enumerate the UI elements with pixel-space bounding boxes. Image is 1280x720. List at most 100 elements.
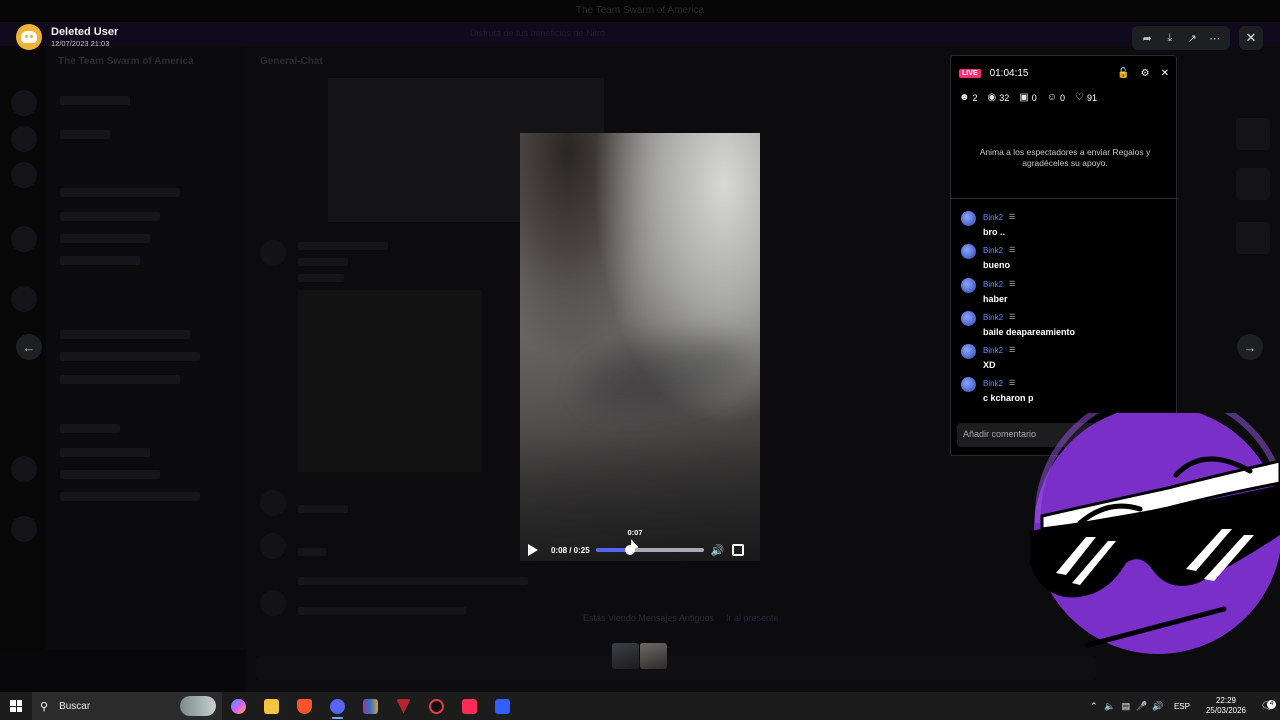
comment-item: Bink2 ☰ haber — [961, 277, 1171, 310]
live-header: LIVE 01:04:15 🔓 ⚙ ✕ — [959, 66, 1169, 80]
avatar — [260, 590, 286, 616]
nitro-banner-text: Disfruta de tus beneficios de Nitro — [470, 28, 606, 38]
comment-item: Bink2 ☰ bueno — [961, 243, 1171, 276]
more-options-icon[interactable]: ⋯ — [1206, 29, 1224, 47]
channel-item — [60, 188, 180, 197]
seek-bar[interactable] — [595, 545, 704, 555]
game-app-icon[interactable] — [387, 692, 420, 720]
heart-icon: ♡ — [1075, 92, 1084, 103]
winrar-app-icon[interactable] — [354, 692, 387, 720]
server-list — [0, 46, 46, 692]
avatar[interactable] — [961, 244, 976, 260]
gifts-count: 0 — [1031, 92, 1037, 103]
server-icon — [11, 90, 37, 116]
video-player[interactable] — [520, 133, 760, 561]
windows-start-icon[interactable] — [0, 692, 32, 720]
brave-browser-app-icon[interactable] — [288, 692, 321, 720]
roblox-app-icon[interactable] — [486, 692, 519, 720]
purple-sunglasses-emoji-icon — [1028, 413, 1280, 693]
channel-item — [60, 448, 150, 457]
audio-icon[interactable]: 🔈 — [1102, 701, 1118, 712]
chat-message — [298, 274, 344, 282]
volume-icon[interactable]: 🔊 — [711, 544, 725, 557]
close-icon[interactable]: ✕ — [1161, 68, 1169, 79]
clock-date: 25/03/2026 — [1205, 706, 1246, 715]
avatar[interactable] — [961, 211, 976, 226]
channel-item — [60, 330, 190, 339]
download-icon[interactable]: ⤓ — [1161, 29, 1179, 47]
copilot-app-icon[interactable] — [222, 692, 255, 720]
avatar[interactable] — [961, 277, 976, 293]
user-badge-icon: ☰ — [1009, 347, 1016, 355]
open-external-icon[interactable]: ↗ — [1183, 29, 1201, 47]
screen: The Team Swarm of America Disfruta de tu… — [0, 0, 1280, 720]
guests-stat[interactable]: ☻ 2 — [959, 92, 978, 103]
close-viewer-icon[interactable]: ✕ — [1239, 26, 1263, 50]
avatar — [260, 490, 286, 516]
comment-list: Bink2 ☰ bro .. Bink2 ☰ bueno Bink2 ☰ hab… — [961, 210, 1171, 410]
comment-username[interactable]: Bink2 — [983, 280, 1003, 289]
previous-arrow-icon[interactable]: ← — [16, 334, 42, 360]
microphone-icon[interactable]: 🎤 — [1134, 701, 1150, 712]
server-name: The Team Swarm of America — [58, 56, 194, 67]
windows-taskbar: ⚲ Buscar ⌃ 🔈 ▤ 🎤 🔊 ESP 22:29 25/03/2026 … — [0, 692, 1280, 720]
gifts-stat[interactable]: ▣ 0 — [1019, 92, 1036, 103]
comment-username[interactable]: Bink2 — [983, 379, 1003, 388]
guests-icon: ☻ — [959, 92, 970, 103]
search-highlight-image — [180, 696, 216, 716]
lock-icon[interactable]: 🔓 — [1117, 68, 1129, 79]
comment-username[interactable]: Bink2 — [983, 346, 1003, 355]
comment-username[interactable]: Bink2 — [983, 246, 1003, 255]
comment-username[interactable]: Bink2 — [983, 313, 1003, 322]
avatar[interactable] — [961, 310, 976, 326]
network-icon[interactable]: ▤ — [1118, 701, 1134, 712]
followers-stat[interactable]: ☺ 0 — [1047, 92, 1065, 103]
speedometer-app-icon[interactable] — [420, 692, 453, 720]
tiktok-app-icon[interactable] — [453, 692, 486, 720]
old-messages-hint: Estás Viendo Mensajes Antiguos — [583, 613, 714, 623]
file-explorer-app-icon[interactable] — [255, 692, 288, 720]
clock[interactable]: 22:29 25/03/2026 — [1206, 696, 1246, 717]
upload-date: 12/07/2023 21:03 — [51, 39, 110, 48]
likes-stat[interactable]: ♡ 91 — [1075, 92, 1097, 103]
chat-message — [298, 607, 466, 615]
attachment-thumbnail-active[interactable] — [640, 643, 667, 669]
settings-icon[interactable]: ⚙ — [1141, 68, 1150, 79]
forward-icon[interactable]: ➦ — [1138, 29, 1156, 47]
search-label: Buscar — [59, 700, 91, 712]
live-panel: LIVE 01:04:15 🔓 ⚙ ✕ ☻ 2 ◉ 32 ▣ 0 ☺ 0 ♡ 91 Ani… — [950, 55, 1178, 456]
comment-item: Bink2 ☰ bro .. — [961, 210, 1171, 243]
discord-app-icon[interactable] — [321, 692, 354, 720]
channel-item — [60, 130, 110, 139]
channel-item — [60, 470, 160, 479]
discord-avatar-icon — [16, 24, 42, 50]
play-icon[interactable] — [528, 544, 538, 556]
uploader-name[interactable]: Deleted User — [51, 26, 118, 38]
chevron-up-icon[interactable]: ⌃ — [1086, 701, 1102, 712]
next-arrow-icon[interactable]: → — [1237, 334, 1263, 360]
input-language[interactable]: ESP — [1174, 702, 1190, 711]
taskbar-search[interactable]: ⚲ Buscar — [32, 692, 222, 720]
avatar[interactable] — [961, 377, 976, 393]
comment-item: Bink2 ☰ c kcharon p — [961, 376, 1171, 409]
live-badge: LIVE — [959, 68, 981, 78]
notification-count: 4 — [1267, 699, 1276, 709]
divider — [951, 198, 1178, 199]
channel-item — [60, 234, 150, 243]
volume-icon[interactable]: 🔊 — [1150, 701, 1166, 712]
viewers-stat[interactable]: ◉ 32 — [988, 92, 1010, 103]
fullscreen-icon[interactable] — [732, 544, 745, 556]
comment-username[interactable]: Bink2 — [983, 213, 1003, 222]
server-icon — [11, 456, 37, 482]
live-stats: ☻ 2 ◉ 32 ▣ 0 ☺ 0 ♡ 91 — [959, 92, 1097, 103]
user-badge-icon: ☰ — [1009, 247, 1016, 255]
notification-icon[interactable]: 🗨4 — [1254, 699, 1280, 712]
channel-item — [60, 352, 200, 361]
video-time: 0:08 / 0:25 — [551, 545, 590, 555]
comment-text: baile deapareamiento — [983, 326, 1076, 337]
avatar[interactable] — [961, 344, 976, 360]
jump-to-present-link[interactable]: Ir al presente — [726, 613, 779, 623]
server-icon — [11, 126, 37, 152]
server-icon — [11, 286, 37, 312]
attachment-thumbnail[interactable] — [612, 643, 639, 669]
